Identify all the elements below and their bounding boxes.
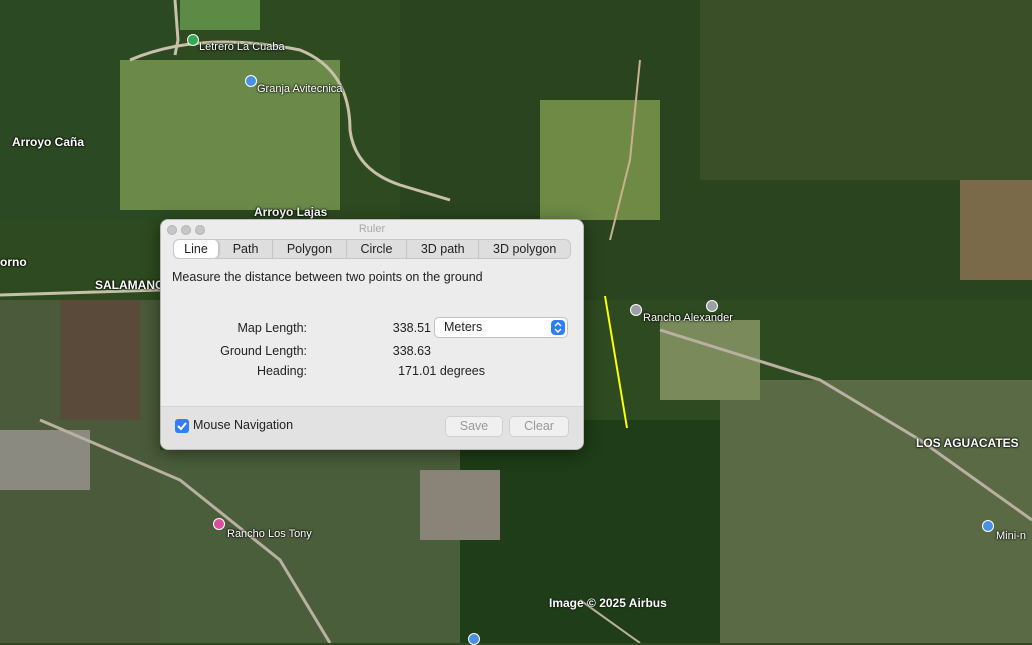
place-label[interactable]: Arroyo Caña xyxy=(12,135,84,149)
place-label[interactable]: Rancho Los Tony xyxy=(227,528,312,540)
tab-3d-path[interactable]: 3D path xyxy=(407,240,480,258)
place-label[interactable]: LOS AGUACATES xyxy=(916,436,1019,450)
tab-3d-polygon[interactable]: 3D polygon xyxy=(479,240,570,258)
chevron-up-down-icon xyxy=(551,320,565,335)
image-credit: Image © 2025 Airbus xyxy=(549,596,667,610)
rancho-alexander-pin-icon[interactable] xyxy=(706,300,718,312)
ground-length-value: 338.63 xyxy=(392,344,431,358)
map-length-label: Map Length: xyxy=(237,321,308,335)
bottom-pin-icon[interactable] xyxy=(468,633,480,645)
window-title: Ruler xyxy=(358,223,386,235)
ground-length-label: Ground Length: xyxy=(220,344,307,358)
mini-pin-icon[interactable] xyxy=(982,520,994,532)
place-label[interactable]: SALAMANC xyxy=(95,278,164,292)
letrero-pin-icon[interactable] xyxy=(187,34,199,46)
place-label[interactable]: Granja Avitecnica xyxy=(257,83,342,95)
rancho-alexander-pin-icon[interactable] xyxy=(630,304,642,316)
footer-bar: Mouse Navigation Save Clear xyxy=(161,406,583,449)
heading-label: Heading: xyxy=(256,364,307,378)
save-button[interactable]: Save xyxy=(445,416,503,437)
mouse-navigation-checkbox[interactable] xyxy=(175,419,189,433)
measure-tabs: Line Path Polygon Circle 3D path 3D poly… xyxy=(173,239,571,259)
tab-circle[interactable]: Circle xyxy=(347,240,408,258)
checkmark-icon xyxy=(177,422,187,431)
units-select[interactable]: Meters xyxy=(434,317,568,338)
rancho-los-tony-pin-icon[interactable] xyxy=(213,518,225,530)
map-length-value: 338.51 xyxy=(392,321,431,335)
place-label[interactable]: orno xyxy=(0,255,27,269)
heading-value: 171.01 degrees xyxy=(398,364,485,378)
place-label[interactable]: Rancho Alexander xyxy=(643,312,733,324)
ruler-window: Ruler Line Path Polygon Circle 3D path 3… xyxy=(160,219,584,450)
tab-polygon[interactable]: Polygon xyxy=(273,240,347,258)
units-value: Meters xyxy=(444,320,483,334)
place-label[interactable]: Arroyo Lajas xyxy=(254,205,327,219)
mouse-navigation-label[interactable]: Mouse Navigation xyxy=(193,418,293,432)
place-label[interactable]: Mini-n xyxy=(996,530,1026,542)
tab-line[interactable]: Line xyxy=(174,240,219,258)
granja-pin-icon[interactable] xyxy=(245,75,257,87)
clear-button[interactable]: Clear xyxy=(509,416,569,437)
title-bar[interactable]: Ruler xyxy=(161,220,583,240)
tab-path[interactable]: Path xyxy=(219,240,274,258)
place-label[interactable]: Letrero La Cuaba xyxy=(199,41,285,53)
description: Measure the distance between two points … xyxy=(172,270,483,284)
